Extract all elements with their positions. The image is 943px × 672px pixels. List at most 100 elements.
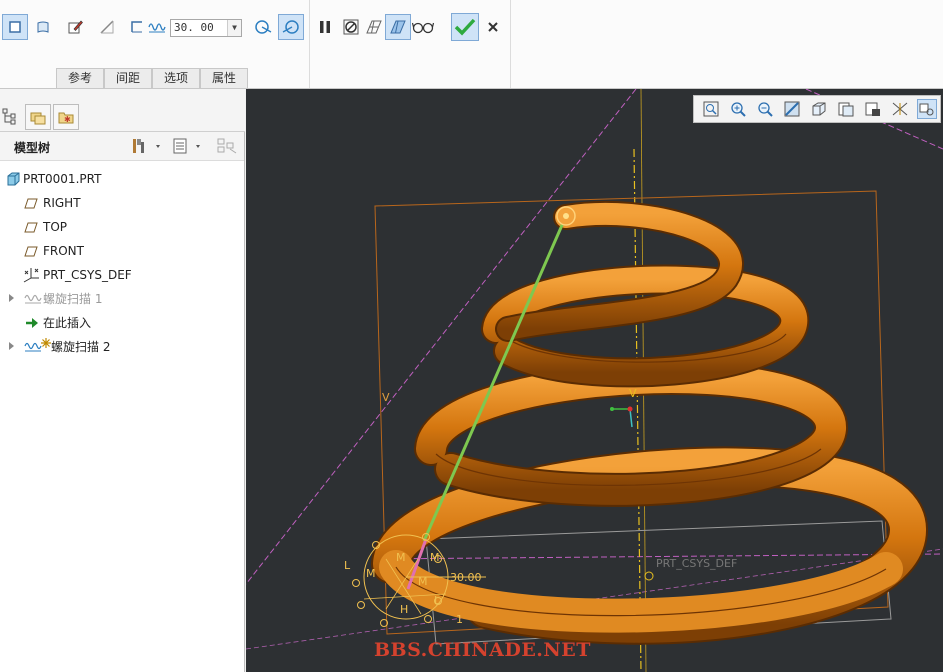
solid-icon [9, 21, 21, 33]
csys-label: PRT_CSYS_DEF [656, 557, 738, 570]
helical-sweep-icon [24, 294, 42, 304]
tree-item-label: 螺旋扫描 1 [43, 292, 103, 306]
insert-here-arrow-icon [26, 318, 38, 328]
display-style-button[interactable] [809, 99, 829, 119]
repaint-button[interactable] [782, 99, 802, 119]
show-button[interactable] [172, 137, 206, 155]
toolbar-separator [309, 0, 310, 88]
tree-settings-button[interactable] [130, 137, 164, 155]
model-tree-title: 模型树 [14, 141, 51, 155]
glasses-icon [412, 22, 434, 34]
verify-mode-icon [390, 20, 406, 34]
saved-orientations-button[interactable] [836, 99, 856, 119]
expand-arrow-icon[interactable] [9, 342, 14, 350]
tree-item-helical-sweep-2[interactable]: 螺旋扫描 2 [0, 336, 244, 358]
repaint-icon [784, 101, 800, 117]
datum-plane-icon [24, 222, 38, 233]
annotation-display-button[interactable] [917, 99, 937, 119]
filter-icon [217, 138, 237, 154]
zoom-out-button[interactable] [755, 99, 775, 119]
tree-item-label: PRT0001.PRT [23, 172, 102, 186]
pitch-dropdown-arrow-icon[interactable]: ▼ [227, 20, 241, 36]
close-icon [488, 22, 498, 32]
pitch-value-input[interactable]: 30. 00 ▼ [170, 19, 242, 37]
model-graphics [246, 89, 943, 672]
refit-button[interactable] [701, 99, 721, 119]
preview-geometry-button[interactable] [361, 14, 387, 40]
no-preview-icon [343, 19, 359, 35]
tab-references[interactable]: 参考 [56, 68, 104, 88]
cancel-button[interactable] [480, 14, 506, 40]
tree-item-csys[interactable]: PRT_CSYS_DEF [0, 264, 244, 286]
datum-plane-icon [24, 246, 38, 257]
datum-plane-icon [24, 198, 38, 209]
tab-spacing[interactable]: 间距 [104, 68, 152, 88]
graphics-viewport[interactable]: V V 30.00 PRT_CSYS_DEF M M M M L L H 1 B… [246, 89, 943, 672]
tree-item-label: PRT_CSYS_DEF [43, 268, 132, 282]
regenerate-star-icon [41, 338, 51, 348]
tab-properties[interactable]: 属性 [200, 68, 248, 88]
model-tree-header: 模型树 [0, 132, 244, 161]
constraint-m: M [418, 575, 428, 588]
datum-display-button[interactable] [890, 99, 910, 119]
hammer-icon [133, 139, 160, 153]
watermark-text: BBS.CHINADE.NET [374, 639, 591, 661]
tree-item-label: RIGHT [43, 196, 81, 210]
model-tree-tab-icon[interactable] [2, 107, 18, 128]
left-hand-helix-icon [255, 20, 272, 34]
list-icon [173, 138, 200, 154]
pitch-value: 30. 00 [174, 21, 214, 34]
surface-button[interactable] [30, 14, 56, 40]
tree-filter-button[interactable] [216, 137, 238, 155]
constraint-m: M [430, 551, 440, 564]
datum-label-v: V [382, 391, 390, 404]
svg-text:✱: ✱ [64, 115, 71, 124]
pitch-dimension[interactable]: 30.00 [450, 571, 482, 584]
annotation-display-icon [919, 103, 934, 116]
tree-item-insert-here[interactable]: 在此插入 [0, 312, 244, 334]
constraint-h: H [400, 603, 409, 616]
csys-icon [23, 268, 39, 283]
favorites-folder-icon: ✱ [58, 112, 74, 124]
saved-views-icon [838, 102, 854, 117]
folder-browser-tab[interactable] [25, 104, 51, 130]
tree-item-part[interactable]: PRT0001.PRT [0, 168, 244, 190]
view-toolbar [693, 95, 941, 123]
sketch-section-button[interactable] [62, 14, 88, 40]
constraint-l: L [344, 559, 351, 572]
helical-spring [371, 201, 929, 645]
constraint-m: M [366, 567, 376, 580]
view-manager-icon [865, 102, 880, 116]
expand-arrow-icon[interactable] [9, 294, 14, 302]
datum-display-icon [892, 102, 908, 116]
tree-item-label: FRONT [43, 244, 84, 258]
solid-button[interactable] [2, 14, 28, 40]
right-handed-button[interactable] [278, 14, 304, 40]
tree-item-right[interactable]: RIGHT [0, 192, 244, 214]
remove-material-button[interactable] [94, 14, 120, 40]
constraint-m: M [396, 551, 406, 564]
tree-item-top[interactable]: TOP [0, 216, 244, 238]
tree-item-helical-sweep-1[interactable]: 螺旋扫描 1 [0, 288, 244, 310]
favorites-tab[interactable]: ✱ [53, 104, 79, 130]
pause-button[interactable] [312, 14, 338, 40]
helical-sweep-icon [24, 342, 42, 352]
glasses-preview-button[interactable] [410, 14, 436, 40]
pencil-icon [68, 20, 83, 34]
constraint-l: L [434, 594, 441, 607]
verify-mode-button[interactable] [385, 14, 411, 40]
datum-label-v-axis: V [629, 387, 637, 400]
thicken-icon [131, 21, 142, 33]
left-handed-button[interactable] [250, 14, 276, 40]
right-hand-helix-icon [282, 20, 299, 34]
preview-mesh-icon [366, 20, 382, 34]
view-manager-button[interactable] [863, 99, 883, 119]
tree-item-label: 螺旋扫描 2 [51, 340, 111, 354]
tree-item-front[interactable]: FRONT [0, 240, 244, 262]
pause-icon [320, 21, 330, 33]
tab-options[interactable]: 选项 [152, 68, 200, 88]
zoom-in-button[interactable] [728, 99, 748, 119]
apply-button[interactable] [451, 13, 479, 41]
checkmark-icon [454, 18, 476, 36]
zoom-fit-icon [703, 101, 719, 117]
